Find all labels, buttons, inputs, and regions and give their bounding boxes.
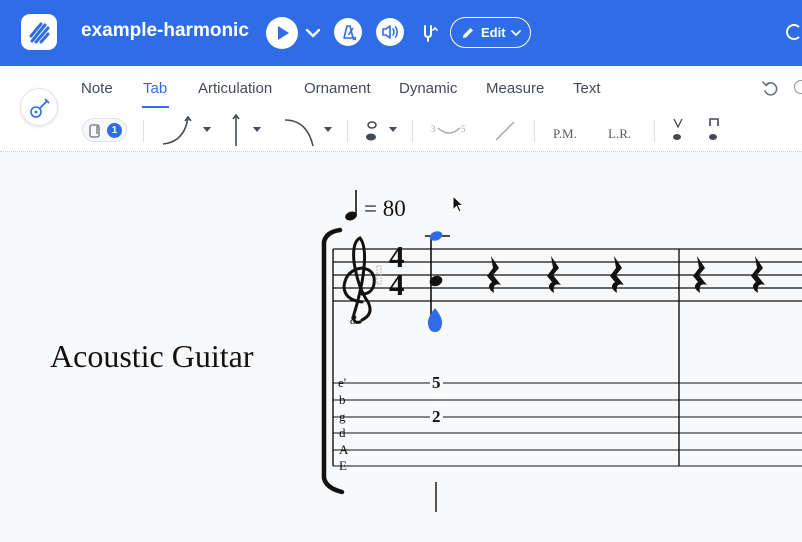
bend-icon[interactable] xyxy=(160,114,194,148)
tab-note[interactable]: Note xyxy=(81,80,113,97)
tab-articulation[interactable]: Articulation xyxy=(198,80,272,97)
score-canvas[interactable]: Acoustic Guitar = 80 8 4 4 e' b g d A E … xyxy=(0,152,802,542)
tab-fret[interactable]: 2 xyxy=(430,408,443,425)
toolbar-divider xyxy=(143,120,144,142)
top-bar: example-harmonic Edit xyxy=(0,0,802,66)
tab-string-6: E xyxy=(339,458,347,473)
grace-note-icon[interactable] xyxy=(364,118,380,146)
app-root: example-harmonic Edit Note Tab Articulat… xyxy=(0,0,802,542)
downstroke-icon[interactable] xyxy=(707,116,721,144)
release-icon[interactable] xyxy=(283,114,317,148)
playback-options-chevron-icon[interactable] xyxy=(302,22,324,44)
redo-icon[interactable] xyxy=(794,80,802,94)
voice-badge: 1 xyxy=(107,123,122,138)
tab-dynamic[interactable]: Dynamic xyxy=(399,80,457,97)
upstroke-icon[interactable] xyxy=(671,116,685,144)
tab-measure[interactable]: Measure xyxy=(486,80,544,97)
tab-string-2: b xyxy=(339,392,346,407)
edit-menu-label: Edit xyxy=(481,25,506,40)
arrow-dropdown-caret[interactable] xyxy=(253,127,261,132)
bend-dropdown-caret[interactable] xyxy=(203,127,211,132)
grace-dropdown-caret[interactable] xyxy=(389,127,397,132)
rest-4 xyxy=(693,256,707,293)
vibrato-arrow-icon[interactable] xyxy=(229,112,243,148)
toolbar-divider xyxy=(412,120,413,142)
rest-1 xyxy=(487,256,501,293)
pencil-icon xyxy=(463,28,473,38)
slide-label-left: 3 xyxy=(431,124,436,134)
edit-menu-button[interactable]: Edit xyxy=(450,17,531,48)
tab-tab[interactable]: Tab xyxy=(143,80,167,97)
tab-string-5: A xyxy=(339,442,349,457)
play-icon xyxy=(278,26,289,40)
slur-icon[interactable] xyxy=(436,122,462,138)
play-button[interactable] xyxy=(266,17,298,49)
tab-ornament[interactable]: Ornament xyxy=(304,80,371,97)
toolbar-divider xyxy=(347,120,348,142)
voice-selector[interactable]: 1 xyxy=(82,118,127,142)
slide-label-right: 5 xyxy=(461,124,466,134)
mouse-cursor-icon xyxy=(452,195,465,213)
tab-string-4: d xyxy=(339,425,346,440)
category-tabs: Note Tab Articulation Ornament Dynamic M… xyxy=(0,66,802,110)
tab-string-3: g xyxy=(339,409,346,424)
tab-fret[interactable]: 5 xyxy=(430,374,443,391)
toolbar-divider xyxy=(534,120,535,142)
tab-text[interactable]: Text xyxy=(573,80,601,97)
speaker-icon xyxy=(382,25,399,39)
tab-string-1: e' xyxy=(338,375,347,390)
guitar-icon xyxy=(30,98,50,118)
toolbar-divider xyxy=(654,120,655,142)
instrument-button[interactable] xyxy=(20,88,58,126)
project-title[interactable]: example-harmonic xyxy=(81,20,249,42)
metronome-button[interactable] xyxy=(334,18,362,46)
account-icon[interactable] xyxy=(786,24,802,40)
tab-tools-row: 1 3 5 P.M. L.R. xyxy=(0,110,802,150)
release-dropdown-caret[interactable] xyxy=(324,127,332,132)
rest-3 xyxy=(610,256,624,293)
let-ring-button[interactable]: L.R. xyxy=(608,126,631,142)
sound-button[interactable] xyxy=(376,18,404,46)
palm-mute-button[interactable]: P.M. xyxy=(553,126,577,142)
metronome-icon xyxy=(343,25,357,41)
rests-layer xyxy=(435,256,765,512)
logo-icon[interactable] xyxy=(21,14,57,50)
undo-icon[interactable] xyxy=(761,79,779,97)
editor-toolbar: Note Tab Articulation Ornament Dynamic M… xyxy=(0,66,802,152)
rest-2 xyxy=(547,256,561,293)
tuning-fork-icon[interactable] xyxy=(418,22,440,44)
chevron-down-icon xyxy=(511,30,521,36)
slide-icon[interactable] xyxy=(492,118,518,144)
note-voice-icon xyxy=(89,124,100,138)
rest-5 xyxy=(751,256,765,293)
active-tab-indicator xyxy=(142,106,169,108)
